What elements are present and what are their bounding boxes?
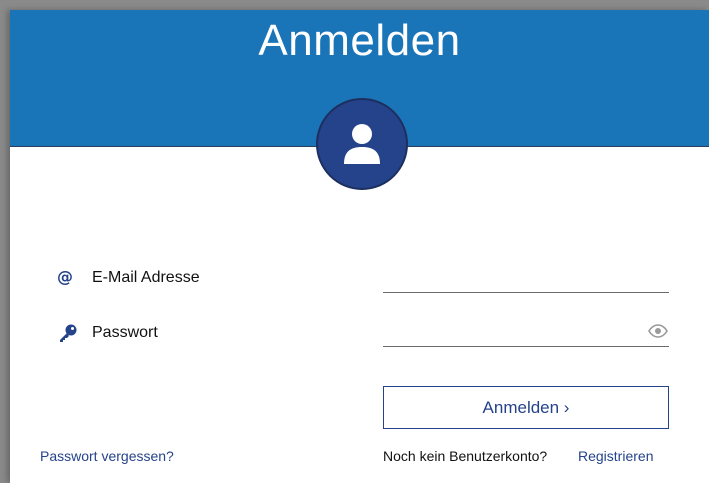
password-label: Passwort [92, 324, 158, 341]
email-field[interactable] [383, 265, 643, 293]
forgot-password-link[interactable]: Passwort vergessen? [40, 448, 174, 464]
email-underline [383, 291, 669, 293]
password-field[interactable] [383, 320, 643, 348]
key-icon [58, 323, 78, 348]
user-icon [344, 124, 380, 164]
avatar [316, 98, 408, 190]
password-underline [383, 345, 669, 347]
email-label: E-Mail Adresse [92, 269, 200, 286]
svg-text:@: @ [57, 267, 73, 285]
at-icon: @ [56, 267, 74, 290]
page-title: Anmelden [258, 16, 461, 65]
eye-icon[interactable] [648, 324, 668, 343]
login-dialog: Anmelden @ E-Mail Adresse Passwort Anmel… [10, 10, 709, 483]
no-account-text: Noch kein Benutzerkonto? [383, 448, 548, 464]
login-button[interactable]: Anmelden › [383, 386, 669, 429]
register-link[interactable]: Registrieren [578, 448, 653, 464]
